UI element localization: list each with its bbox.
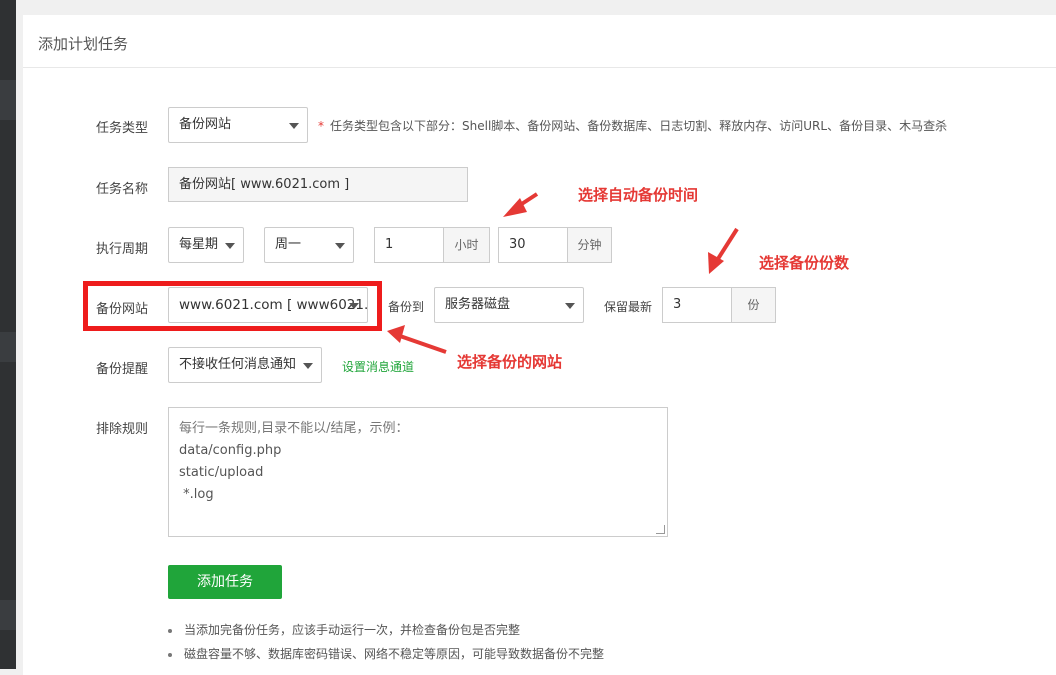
arrow-to-site-icon [387,325,447,354]
annotation-select-count: 选择备份份数 [759,254,850,272]
arrow-to-cycle-icon [503,192,539,217]
annotation-arrows [387,192,739,354]
arrow-to-keep-count-icon [708,227,739,274]
annotation-select-time: 选择自动备份时间 [578,186,699,204]
annotation-select-site: 选择备份的网站 [457,353,563,371]
